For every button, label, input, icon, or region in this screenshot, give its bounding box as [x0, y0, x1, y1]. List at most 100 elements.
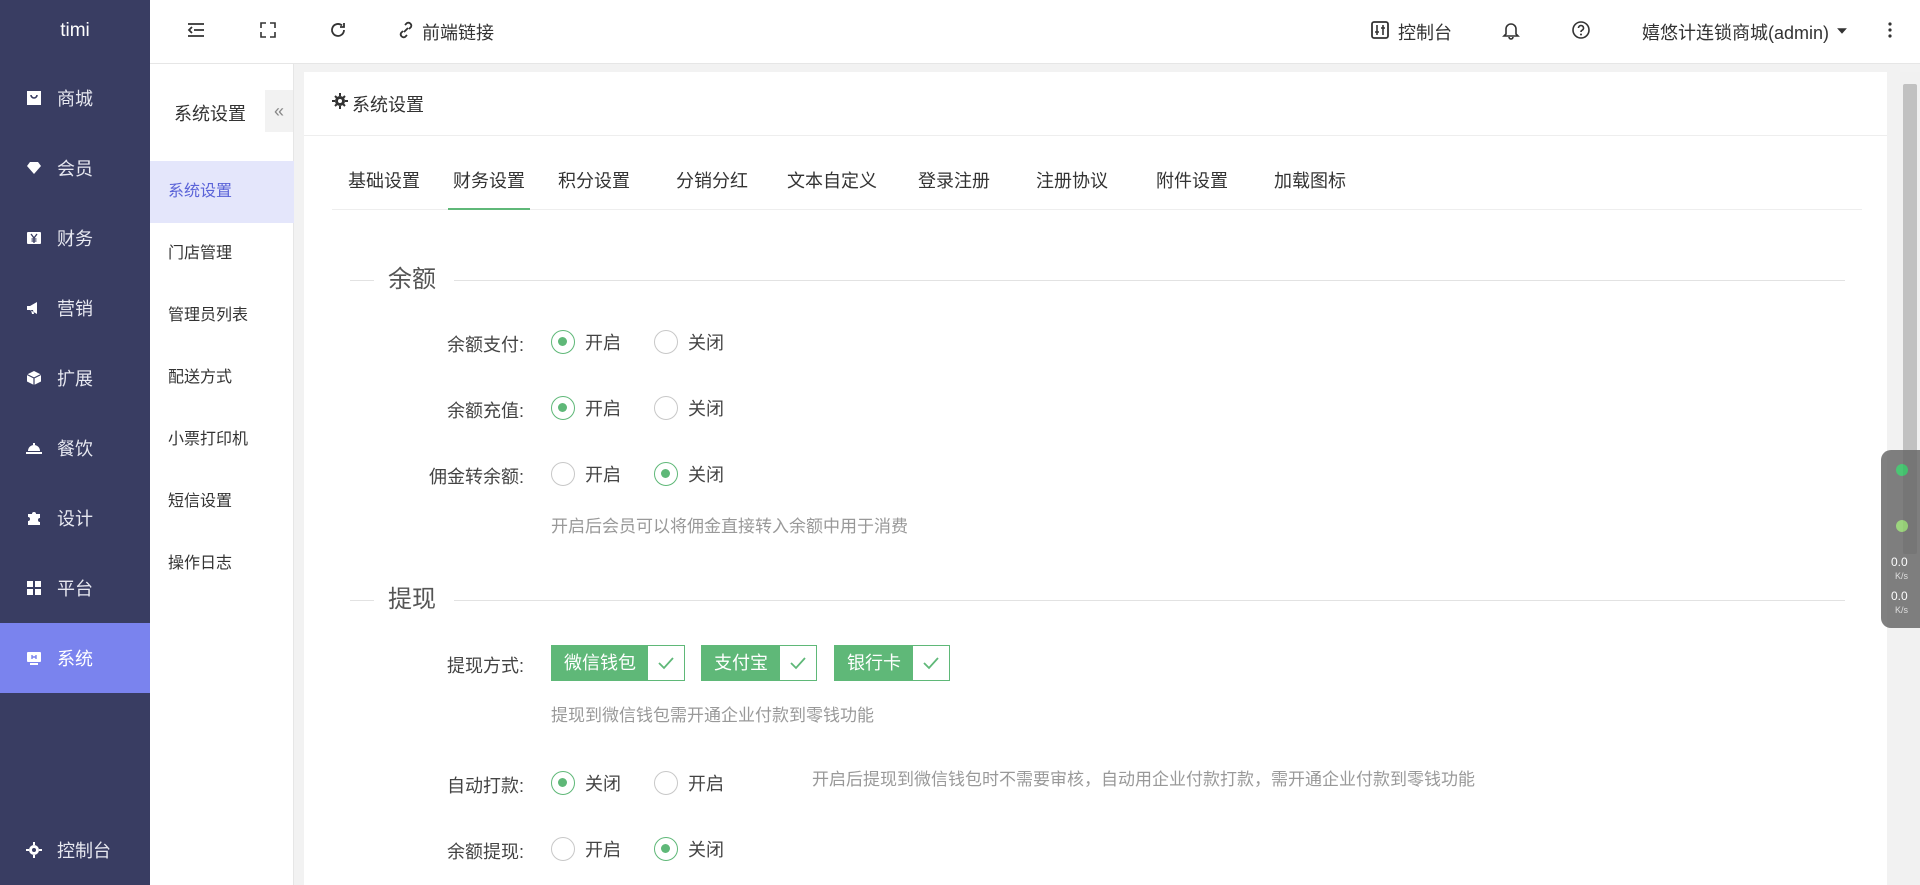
- balance-pay-off-radio[interactable]: 关闭: [654, 329, 724, 355]
- subnav-printer[interactable]: 小票打印机: [150, 409, 294, 471]
- subnav-logs[interactable]: 操作日志: [150, 533, 294, 595]
- commission-on-radio[interactable]: 开启: [551, 461, 621, 487]
- balance-withdraw-off-radio[interactable]: 关闭: [654, 836, 724, 862]
- sidebar-item-finance[interactable]: 财务: [0, 203, 150, 273]
- dish-cloche-icon: [25, 439, 43, 457]
- sidebar-item-extension[interactable]: 扩展: [0, 343, 150, 413]
- radio-circle: [551, 837, 575, 861]
- balance-withdraw-on-radio[interactable]: 开启: [551, 836, 621, 862]
- subnav-sms[interactable]: 短信设置: [150, 471, 294, 533]
- network-speed-widget: 0.0 K/s 0.0 K/s: [1881, 450, 1920, 628]
- refresh-button[interactable]: [328, 0, 348, 64]
- gear-icon: [332, 93, 352, 114]
- radio-label: 关闭: [688, 465, 724, 485]
- tab-loading-icon[interactable]: 加载图标: [1260, 152, 1360, 210]
- sidebar-item-member[interactable]: 会员: [0, 133, 150, 203]
- sidebar-item-label: 平台: [57, 579, 93, 599]
- subnav-admin-list[interactable]: 管理员列表: [150, 285, 294, 347]
- dashboard-icon: [1370, 20, 1390, 45]
- check-icon: [648, 646, 684, 680]
- gear-icon: [25, 841, 43, 859]
- balance-pay-on-radio[interactable]: 开启: [551, 329, 621, 355]
- tab-distribution[interactable]: 分销分红: [662, 152, 762, 210]
- sub-sidebar: 系统设置 « 系统设置 门店管理 管理员列表 配送方式 小票打印机 短信设置 操…: [150, 64, 294, 885]
- sidebar-item-shop[interactable]: 商城: [0, 63, 150, 133]
- radio-circle: [654, 837, 678, 861]
- console-label: 控制台: [1398, 23, 1452, 43]
- withdraw-wechat-checkbox[interactable]: 微信钱包: [551, 645, 685, 681]
- balance-withdraw-label: 余额提现:: [446, 842, 524, 862]
- tab-finance[interactable]: 财务设置: [448, 152, 530, 210]
- sidebar-item-design[interactable]: 设计: [0, 483, 150, 553]
- sidebar-item-label: 餐饮: [57, 439, 93, 459]
- refresh-icon: [328, 20, 348, 45]
- gem-icon: [25, 159, 43, 177]
- tab-text-custom[interactable]: 文本自定义: [772, 152, 892, 210]
- frontend-link-button[interactable]: 前端链接: [396, 0, 494, 64]
- sidebar-item-label: 设计: [57, 509, 93, 529]
- main-sidebar: timi 商城 会员 财务 营销 扩展 餐饮 设计 平台 系统 控制台: [0, 0, 150, 885]
- upload-speed: 0.0: [1891, 555, 1908, 569]
- console-button[interactable]: 控制台: [1370, 0, 1452, 64]
- double-chevron-left-icon: «: [273, 100, 284, 121]
- radio-circle: [551, 462, 575, 486]
- sidebar-item-marketing[interactable]: 营销: [0, 273, 150, 343]
- radio-label: 关闭: [688, 333, 724, 353]
- radio-circle: [551, 396, 575, 420]
- top-header: 前端链接 控制台 嬉悠计连锁商城(admin): [150, 0, 1920, 64]
- withdraw-alipay-checkbox[interactable]: 支付宝: [701, 645, 817, 681]
- help-button[interactable]: [1571, 0, 1591, 64]
- notification-button[interactable]: [1501, 0, 1521, 64]
- subnav-delivery[interactable]: 配送方式: [150, 347, 294, 409]
- fullscreen-button[interactable]: [258, 0, 278, 64]
- balance-pay-label: 余额支付:: [446, 335, 524, 355]
- sidebar-console[interactable]: 控制台: [0, 815, 150, 885]
- sidebar-item-catering[interactable]: 餐饮: [0, 413, 150, 483]
- divider: [350, 280, 374, 281]
- tab-login-register[interactable]: 登录注册: [904, 152, 1004, 210]
- subnav-system-settings[interactable]: 系统设置: [150, 161, 294, 223]
- sidebar-item-label: 营销: [57, 299, 93, 319]
- tab-basic[interactable]: 基础设置: [332, 152, 436, 210]
- yen-icon: [25, 229, 43, 247]
- tab-attachment[interactable]: 附件设置: [1142, 152, 1242, 210]
- withdraw-method-label: 提现方式:: [446, 656, 524, 676]
- balance-recharge-label: 余额充值:: [446, 401, 524, 421]
- system-icon: [25, 649, 43, 667]
- auto-payout-off-radio[interactable]: 关闭: [551, 770, 621, 796]
- sub-sidebar-title: 系统设置: [174, 104, 246, 124]
- section-withdraw: 提现: [350, 585, 1845, 615]
- withdraw-bankcard-checkbox[interactable]: 银行卡: [834, 645, 950, 681]
- check-icon: [913, 646, 949, 680]
- withdraw-methods: 微信钱包 支付宝 银行卡: [551, 645, 1051, 681]
- radio-label: 开启: [688, 774, 724, 794]
- withdraw-method-hint: 提现到微信钱包需开通企业付款到零钱功能: [551, 706, 874, 725]
- grid-icon: [25, 579, 43, 597]
- check-icon: [780, 646, 816, 680]
- auto-payout-on-radio[interactable]: 开启: [654, 770, 724, 796]
- frontend-link-label: 前端链接: [422, 23, 494, 43]
- menu-toggle-button[interactable]: [186, 0, 206, 64]
- auto-payout-label: 自动打款:: [446, 776, 524, 796]
- user-menu[interactable]: 嬉悠计连锁商城(admin): [1642, 0, 1849, 64]
- radio-circle: [654, 396, 678, 420]
- cube-icon: [25, 369, 43, 387]
- help-icon: [1571, 20, 1591, 45]
- download-unit: K/s: [1895, 605, 1909, 615]
- radio-label: 开启: [585, 840, 621, 860]
- radio-circle: [551, 330, 575, 354]
- user-name: 嬉悠计连锁商城(admin): [1642, 23, 1830, 43]
- balance-recharge-off-radio[interactable]: 关闭: [654, 395, 724, 421]
- tab-points[interactable]: 积分设置: [544, 152, 644, 210]
- sidebar-item-platform[interactable]: 平台: [0, 553, 150, 623]
- balance-recharge-on-radio[interactable]: 开启: [551, 395, 621, 421]
- link-icon: [396, 20, 416, 45]
- radio-circle: [654, 771, 678, 795]
- tab-agreement[interactable]: 注册协议: [1022, 152, 1122, 210]
- subnav-store-management[interactable]: 门店管理: [150, 223, 294, 285]
- collapse-button[interactable]: «: [265, 90, 293, 132]
- more-button[interactable]: [1880, 0, 1900, 64]
- commission-off-radio[interactable]: 关闭: [654, 461, 724, 487]
- sidebar-item-system[interactable]: 系统: [0, 623, 150, 693]
- radio-circle: [654, 462, 678, 486]
